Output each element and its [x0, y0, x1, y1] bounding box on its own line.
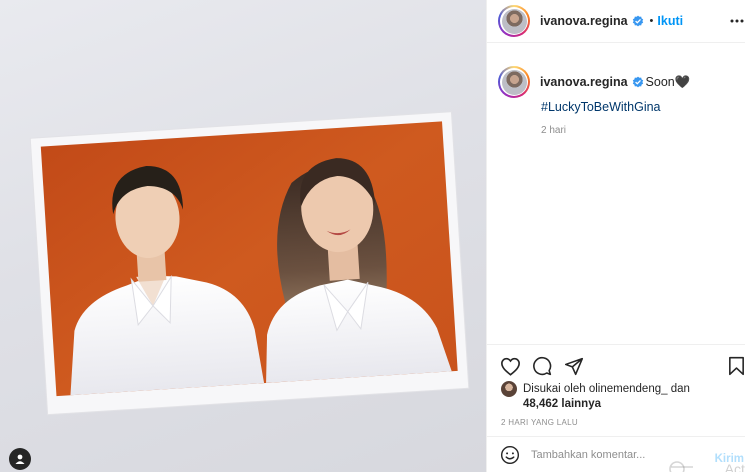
- more-horizontal-icon[interactable]: [728, 12, 745, 30]
- verified-badge-icon: [632, 15, 644, 27]
- post-photo: [29, 111, 470, 416]
- comment-icon[interactable]: [530, 354, 554, 378]
- post-caption: ivanova.regina Soon🖤 #LuckyToBeWithGina …: [498, 66, 738, 136]
- action-bar: [487, 344, 745, 384]
- liker-avatar[interactable]: [501, 381, 517, 397]
- caption-timestamp[interactable]: 2 hari: [541, 125, 566, 136]
- liker-username-link[interactable]: olinemendeng_: [589, 382, 668, 397]
- post-media[interactable]: [0, 0, 486, 472]
- smiley-icon[interactable]: [499, 444, 521, 466]
- bookmark-icon[interactable]: [724, 354, 745, 378]
- post-side-panel: ivanova.regina • Ikuti ivanova.regina So…: [486, 0, 745, 472]
- post-date[interactable]: 2 HARI YANG LALU: [501, 418, 578, 427]
- likes-count-link[interactable]: 48,462 lainnya: [523, 397, 741, 412]
- liked-by-label: Disukai oleh: [523, 382, 586, 395]
- follow-button[interactable]: Ikuti: [657, 14, 683, 28]
- caption-avatar[interactable]: [498, 66, 530, 98]
- username-link[interactable]: ivanova.regina: [540, 14, 628, 28]
- separator-dot: •: [649, 15, 654, 27]
- verified-badge-icon: [632, 76, 644, 88]
- activation-watermark-icon: [669, 461, 693, 472]
- send-icon[interactable]: [562, 354, 586, 378]
- avatar[interactable]: [498, 5, 530, 37]
- caption-username-link[interactable]: ivanova.regina: [540, 75, 628, 89]
- comment-bar: Acti Kirim: [487, 436, 745, 472]
- likes-connector: dan: [670, 382, 690, 395]
- likes-summary: Disukai oleh olinemendeng_ dan 48,462 la…: [501, 381, 741, 412]
- user-tag-icon[interactable]: [9, 448, 31, 470]
- post-header: ivanova.regina • Ikuti: [487, 0, 745, 43]
- caption-text: Soon🖤: [645, 74, 691, 89]
- hashtag-link[interactable]: #LuckyToBeWithGina: [541, 100, 661, 114]
- send-comment-button[interactable]: Kirim: [715, 453, 744, 465]
- heart-icon[interactable]: [498, 354, 522, 378]
